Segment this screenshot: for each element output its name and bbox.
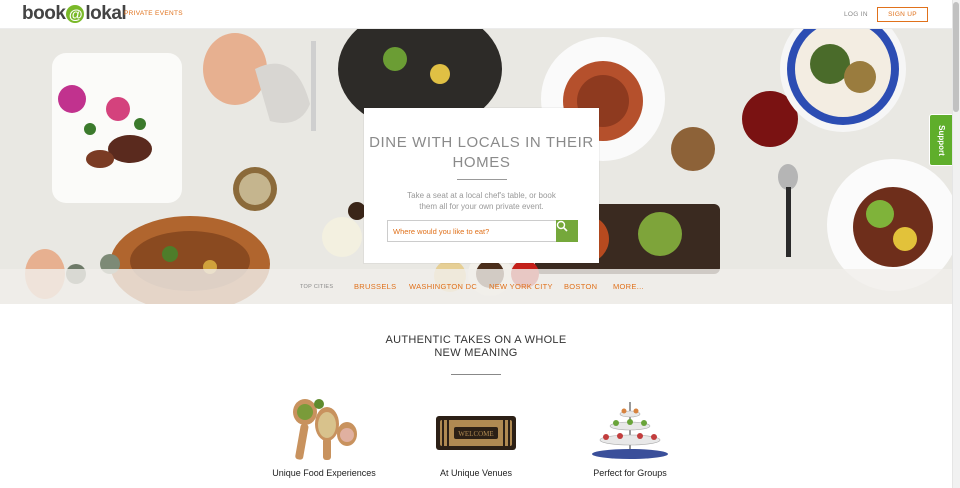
city-new-york-city-link[interactable]: NEW YORK CITY — [489, 282, 553, 291]
welcome-mat-icon: WELCOME — [436, 416, 516, 450]
top-cities-label: TOP CITIES — [300, 284, 334, 290]
page: book @ lokal PRIVATE EVENTS LOG IN SIGN … — [0, 0, 960, 488]
top-cities-bar: TOP CITIES BRUSSELS WASHINGTON DC NEW YO… — [0, 269, 952, 304]
hero-section: DINE WITH LOCALS IN THEIR HOMES Take a s… — [0, 29, 952, 304]
login-link[interactable]: LOG IN — [844, 11, 868, 18]
feature-perfect-groups: Perfect for Groups — [570, 398, 690, 478]
svg-text:WELCOME: WELCOME — [458, 430, 493, 438]
search-card: DINE WITH LOCALS IN THEIR HOMES Take a s… — [364, 108, 599, 263]
support-tab[interactable]: Support — [929, 114, 952, 166]
signup-button[interactable]: SIGN UP — [877, 7, 928, 22]
scrollbar-thumb[interactable] — [953, 2, 959, 112]
tiered-stand-icon — [592, 402, 668, 459]
logo-text-lokal: lokal — [85, 3, 127, 24]
hero-subtitle: Take a seat at a local chef's table, or … — [407, 191, 556, 211]
city-brussels-link[interactable]: BRUSSELS — [354, 282, 396, 291]
feature-label: Perfect for Groups — [593, 468, 667, 478]
top-header: book @ lokal PRIVATE EVENTS LOG IN SIGN … — [0, 0, 952, 29]
page-scrollbar[interactable] — [952, 0, 960, 488]
city-boston-link[interactable]: BOSTON — [564, 282, 597, 291]
hero-title: DINE WITH LOCALS IN THEIR HOMES — [369, 134, 594, 171]
support-label: Support — [936, 124, 946, 156]
search-button[interactable] — [556, 220, 578, 242]
logo-at-icon: @ — [66, 5, 85, 23]
feature-unique-venues: WELCOME At Unique Venues — [416, 398, 536, 478]
city-washington-dc-link[interactable]: WASHINGTON DC — [409, 282, 477, 291]
features-heading: AUTHENTIC TAKES ON A WHOLE NEW MEANING — [385, 334, 567, 359]
title-divider — [457, 179, 507, 180]
more-cities-link[interactable]: MORE... — [613, 282, 644, 291]
search-input[interactable] — [387, 220, 557, 242]
spoons-icon — [293, 399, 357, 460]
logo[interactable]: book @ lokal — [22, 3, 127, 25]
private-events-link[interactable]: PRIVATE EVENTS — [124, 10, 183, 17]
feature-unique-food: Unique Food Experiences — [264, 398, 384, 478]
search-icon — [556, 220, 568, 232]
feature-label: At Unique Venues — [439, 468, 513, 478]
feature-label: Unique Food Experiences — [272, 468, 376, 478]
logo-text-book: book — [22, 3, 66, 24]
features-divider — [451, 374, 501, 375]
